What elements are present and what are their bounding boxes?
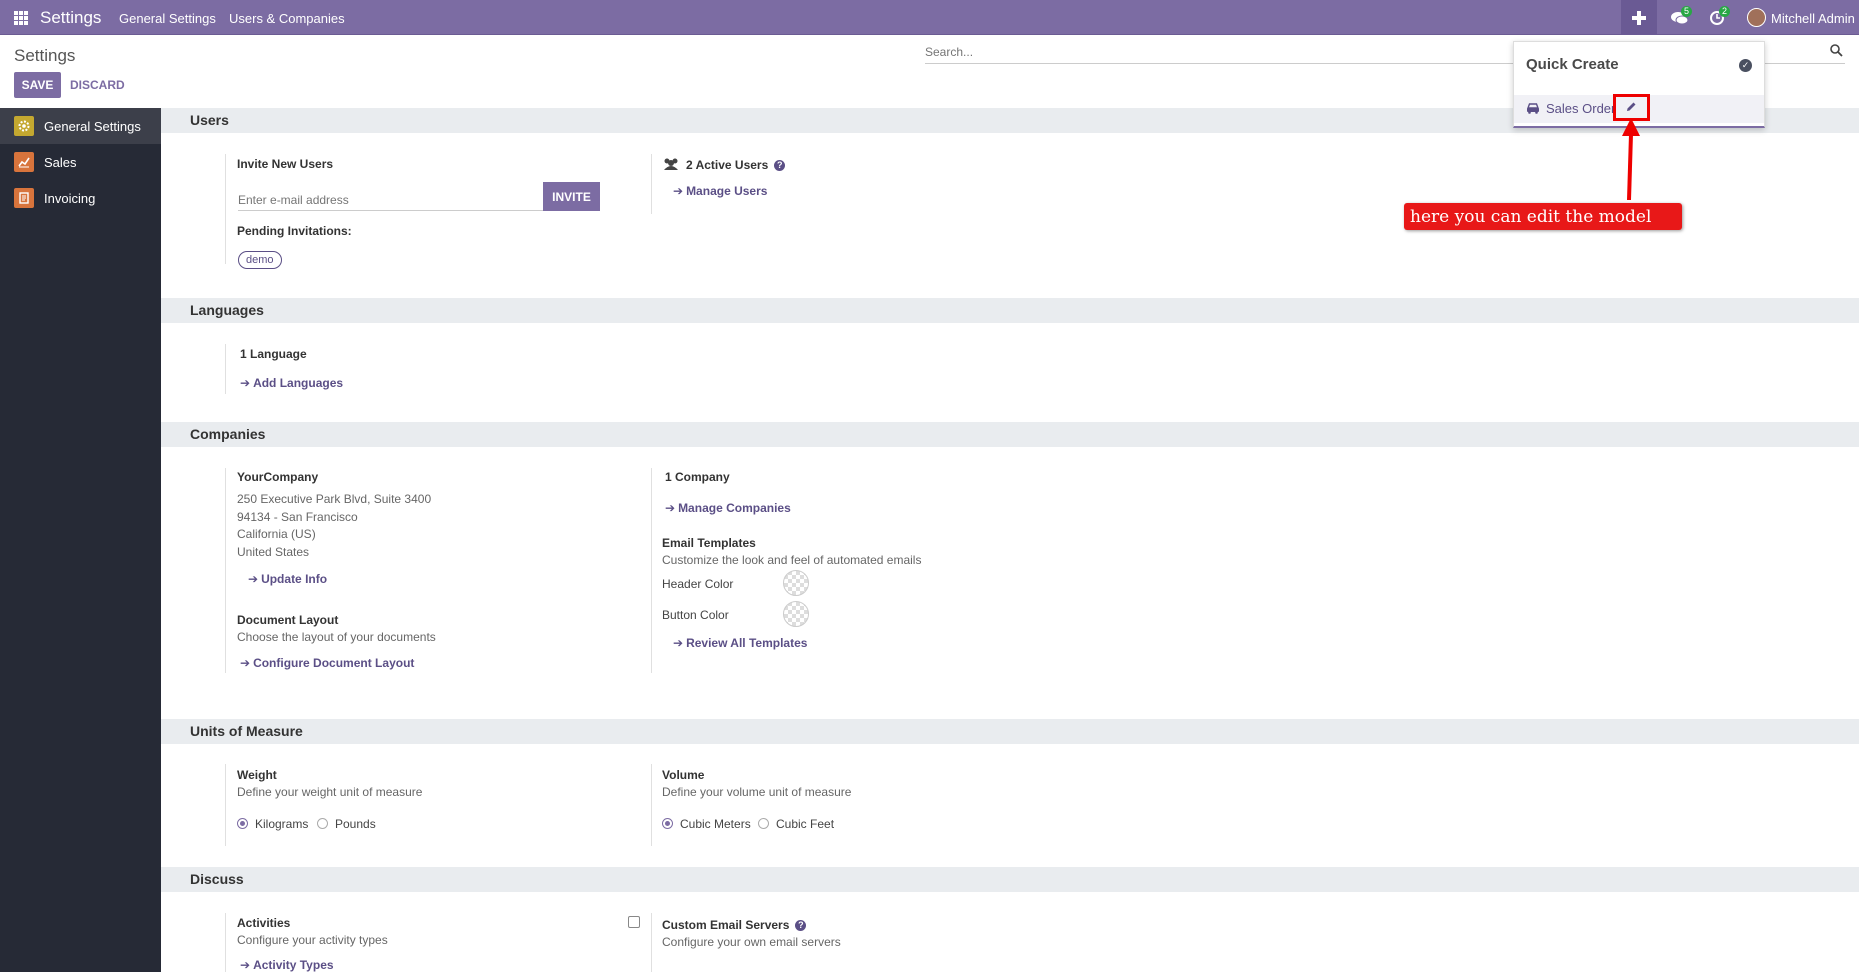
header-color-picker[interactable] — [783, 570, 809, 596]
address-line: 250 Executive Park Blvd, Suite 3400 — [237, 492, 432, 506]
users-icon — [664, 158, 678, 170]
help-icon[interactable]: ? — [795, 919, 807, 931]
invite-users-label: Invite New Users — [237, 157, 334, 171]
invoice-icon — [14, 188, 34, 208]
email-templates-desc: Customize the look and feel of automated… — [662, 553, 922, 567]
apps-menu-icon[interactable] — [14, 11, 28, 25]
annotation-label: here you can edit the model — [1404, 203, 1682, 230]
menu-users-companies[interactable]: Users & Companies — [229, 11, 345, 26]
weight-desc: Define your weight unit of measure — [237, 785, 423, 799]
address-line: 94134 - San Francisco — [237, 510, 358, 524]
review-templates-link[interactable]: ➔ Review All Templates — [673, 636, 807, 650]
radio-label: Pounds — [335, 817, 376, 831]
annotation-arrow — [1622, 118, 1640, 201]
weight-title: Weight — [237, 768, 277, 782]
pending-invitation-tag[interactable]: demo — [238, 251, 282, 269]
help-icon[interactable]: ? — [774, 159, 786, 171]
section-title-languages: Languages — [161, 298, 1859, 323]
sidebar-item-label: Invoicing — [44, 190, 96, 206]
sidebar-item-label: Sales — [44, 154, 77, 170]
discard-button[interactable]: DISCARD — [70, 78, 125, 92]
active-users-count: 2 Active Users? — [662, 158, 786, 172]
avatar[interactable] — [1747, 8, 1766, 27]
sidebar-item-sales[interactable]: Sales — [0, 144, 161, 180]
check-circle-icon[interactable]: ✓ — [1739, 59, 1752, 72]
custom-mail-servers-desc: Configure your own email servers — [662, 935, 841, 949]
messages-badge: 5 — [1681, 6, 1693, 17]
configure-document-layout-link[interactable]: ➔ Configure Document Layout — [240, 656, 414, 670]
manage-companies-link[interactable]: ➔ Manage Companies — [665, 501, 791, 515]
radio-label: Cubic Meters — [680, 817, 751, 831]
quick-create-title: Quick Create — [1526, 56, 1619, 73]
radio-pounds[interactable] — [317, 818, 328, 829]
activities-checkbox[interactable] — [628, 916, 640, 928]
button-color-label: Button Color — [662, 608, 729, 622]
language-count: 1 Language — [240, 347, 307, 361]
add-languages-link[interactable]: ➔ Add Languages — [240, 376, 343, 390]
quick-create-item-label: Sales Order — [1546, 101, 1616, 116]
quick-create-button[interactable] — [1621, 0, 1657, 35]
sidebar-item-general-settings[interactable]: General Settings — [0, 108, 161, 144]
invite-button[interactable]: INVITE — [543, 182, 600, 211]
volume-desc: Define your volume unit of measure — [662, 785, 852, 799]
activities-desc: Configure your activity types — [237, 933, 388, 947]
top-navbar: Settings General Settings Users & Compan… — [0, 0, 1859, 35]
pending-invitations-label: Pending Invitations: — [237, 224, 352, 238]
radio-kilograms[interactable] — [237, 818, 248, 829]
chart-line-icon — [14, 152, 34, 172]
save-button[interactable]: SAVE — [14, 72, 61, 98]
sidebar-item-label: General Settings — [44, 118, 141, 134]
activities-badge: 2 — [1719, 6, 1731, 17]
messages-button[interactable]: 5 — [1664, 0, 1694, 35]
radio-cubic-feet[interactable] — [758, 818, 769, 829]
settings-content: Users Invite New Users demo Pending Invi… — [161, 108, 1859, 972]
invite-email-input[interactable] — [238, 189, 543, 211]
update-info-link[interactable]: ➔ Update Info — [248, 572, 327, 586]
user-menu[interactable]: Mitchell Admin — [1771, 11, 1855, 26]
breadcrumb: Settings — [14, 46, 76, 65]
activity-types-link[interactable]: ➔ Activity Types — [240, 958, 334, 972]
radio-label: Kilograms — [255, 817, 309, 831]
car-icon — [1526, 103, 1540, 114]
gear-icon — [14, 116, 34, 136]
company-name: YourCompany — [237, 470, 319, 484]
manage-users-link[interactable]: ➔ Manage Users — [673, 184, 767, 198]
document-layout-title: Document Layout — [237, 613, 339, 627]
custom-mail-servers-title: Custom Email Servers? — [662, 918, 807, 932]
volume-title: Volume — [662, 768, 705, 782]
address-line: United States — [237, 545, 310, 559]
header-color-label: Header Color — [662, 577, 734, 591]
settings-sidebar: General Settings Sales Invoicing — [0, 108, 161, 972]
section-title-uom: Units of Measure — [161, 719, 1859, 744]
plus-icon — [1632, 10, 1646, 25]
activities-button[interactable]: 2 — [1702, 0, 1732, 35]
annotation-highlight-box — [1613, 94, 1650, 121]
sidebar-item-invoicing[interactable]: Invoicing — [0, 180, 161, 216]
app-title[interactable]: Settings — [40, 8, 101, 28]
activities-title: Activities — [237, 916, 291, 930]
document-layout-desc: Choose the layout of your documents — [237, 630, 436, 644]
email-templates-title: Email Templates — [662, 536, 756, 550]
section-title-companies: Companies — [161, 422, 1859, 447]
search-icon[interactable] — [1830, 44, 1843, 57]
radio-cubic-meters[interactable] — [662, 818, 673, 829]
address-line: California (US) — [237, 527, 316, 541]
button-color-picker[interactable] — [783, 601, 809, 627]
menu-general-settings[interactable]: General Settings — [119, 11, 216, 26]
section-title-discuss: Discuss — [161, 867, 1859, 892]
radio-label: Cubic Feet — [776, 817, 835, 831]
company-count: 1 Company — [665, 470, 730, 484]
